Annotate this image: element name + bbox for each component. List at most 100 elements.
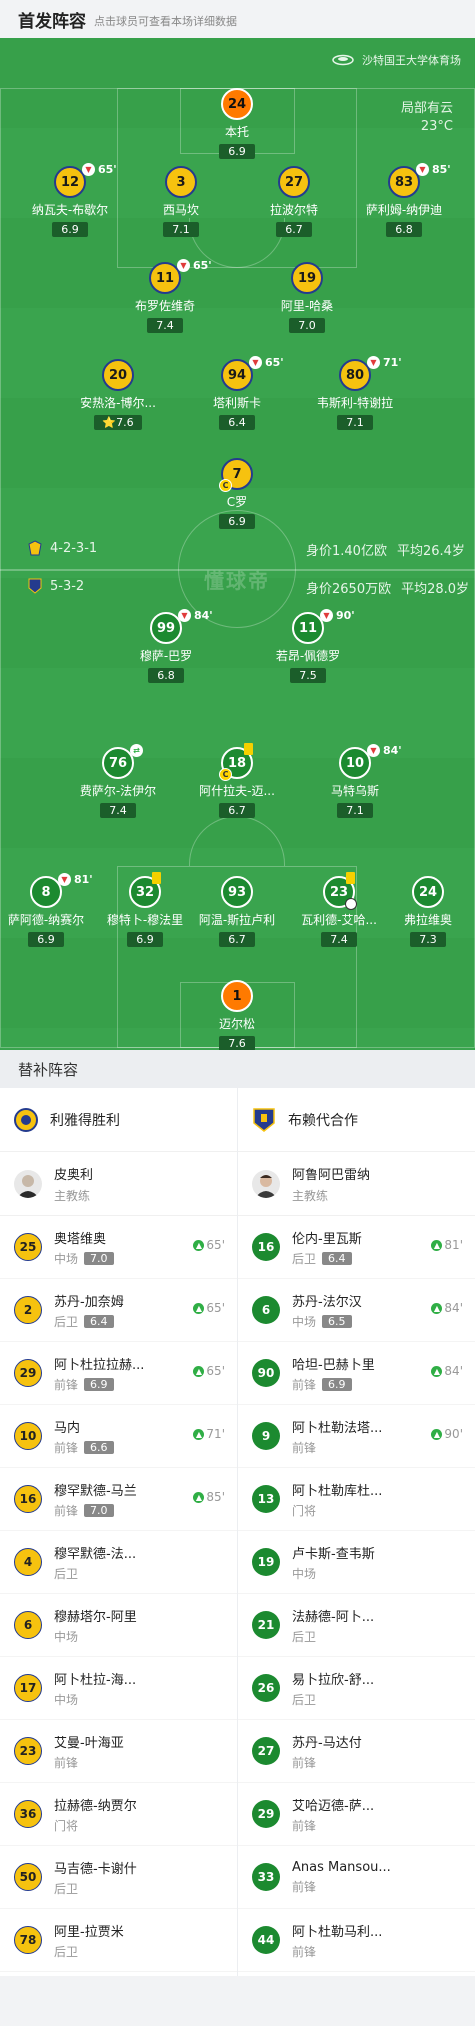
- home-coach[interactable]: 皮奥利 主教练: [0, 1152, 237, 1216]
- home-player-10[interactable]: 7 C C罗 6.9: [177, 458, 297, 529]
- sub-row[interactable]: 29 阿卜杜拉拉赫... 前锋 6.9 ▲ 65': [0, 1342, 237, 1405]
- sub-row[interactable]: 23 艾曼-叶海亚 前锋: [0, 1720, 237, 1783]
- home-player-5[interactable]: 11 ▼ 65' 布罗佐维奇 7.4: [105, 259, 225, 333]
- away-player-3[interactable]: 18 C 阿什拉夫-迈... 6.7: [177, 743, 297, 818]
- player-rating: 7.1: [337, 415, 373, 430]
- player-name: 塔利斯卡: [212, 396, 261, 410]
- jersey-number: 93: [221, 876, 253, 908]
- away-coach[interactable]: 阿鲁阿巴雷纳 主教练: [238, 1152, 475, 1216]
- sub-row[interactable]: 6 苏丹-法尔汉 中场 6.5 ▲ 84': [238, 1279, 475, 1342]
- sub-row[interactable]: 4 穆罕默德-法... 后卫: [0, 1531, 237, 1594]
- sub-position: 前锋: [292, 1755, 317, 1770]
- sub-position: 中场: [292, 1566, 317, 1581]
- sub-row[interactable]: 17 阿卜杜拉-海... 中场: [0, 1657, 237, 1720]
- home-subs-header[interactable]: 利雅得胜利: [0, 1088, 237, 1152]
- sub-time: 71': [383, 356, 402, 369]
- sub-row[interactable]: 16 伦内-里瓦斯 后卫 6.4 ▲ 81': [238, 1216, 475, 1279]
- sub-in-time: ▲ 81': [431, 1238, 463, 1252]
- away-player-0[interactable]: 99 ▼ 84' 穆萨-巴罗 6.8: [106, 609, 226, 683]
- home-player-2[interactable]: 3 西马坎 7.1: [121, 166, 241, 237]
- away-subs-header[interactable]: 布赖代合作: [238, 1088, 475, 1152]
- player-rating: 7.4: [100, 803, 136, 818]
- sub-position: 中场: [54, 1692, 79, 1707]
- sub-in-arrow-icon: ▲: [431, 1428, 443, 1440]
- sub-row[interactable]: 90 哈坦-巴赫卜里 前锋 6.9 ▲ 84': [238, 1342, 475, 1405]
- player-rating: 7.3: [410, 932, 446, 947]
- player-name: 迈尔松: [218, 1017, 255, 1031]
- home-team-icon: [28, 540, 42, 556]
- sub-in-time: ▲ 65': [193, 1238, 225, 1252]
- sub-row[interactable]: 50 马吉德-卡谢什 后卫: [0, 1846, 237, 1909]
- sub-row[interactable]: 25 奥塔维奥 中场 7.0 ▲ 65': [0, 1216, 237, 1279]
- player-name: 布罗佐维奇: [134, 299, 195, 313]
- sub-number: 19: [252, 1548, 280, 1576]
- sub-number: 78: [14, 1926, 42, 1954]
- home-player-6[interactable]: 19 阿里-哈桑 7.0: [247, 262, 367, 333]
- away-player-4[interactable]: 10 ▼ 84' 马特乌斯 7.1: [295, 744, 415, 818]
- sub-name: 穆罕默德-法...: [54, 1546, 137, 1562]
- player-rating: 7.0: [289, 318, 325, 333]
- sub-in-arrow-icon: ▲: [193, 1491, 205, 1503]
- sub-row[interactable]: 2 苏丹-加奈姆 后卫 6.4 ▲ 65': [0, 1279, 237, 1342]
- player-name: 穆萨-巴罗: [139, 649, 193, 663]
- home-player-1[interactable]: 12 ▼ 65' 纳瓦夫-布歇尔 6.9: [10, 163, 130, 237]
- sub-name: 苏丹-加奈姆: [54, 1294, 124, 1310]
- home-player-8[interactable]: 94 ▼ 65' 塔利斯卡 6.4: [177, 356, 297, 430]
- sub-number: 16: [14, 1485, 42, 1513]
- home-coach-name: 皮奥利: [54, 1167, 94, 1183]
- sub-row[interactable]: 44 阿卜杜勒马利... 前锋: [238, 1909, 475, 1972]
- player-rating: 6.9: [219, 514, 255, 529]
- player-rating: ⭐7.6: [94, 415, 142, 430]
- home-player-9[interactable]: 80 ▼ 71' 韦斯利-特谢拉 7.1: [295, 356, 415, 430]
- sub-name: 马内: [54, 1420, 81, 1436]
- home-player-0[interactable]: 24 本托 6.9: [177, 88, 297, 159]
- page-header: 首发阵容 点击球员可查看本场详细数据: [0, 0, 475, 38]
- home-player-3[interactable]: 27 拉波尔特 6.7: [234, 166, 354, 237]
- sub-row[interactable]: 33 Anas Mansou... 前锋: [238, 1846, 475, 1909]
- sub-row[interactable]: 10 马内 前锋 6.6 ▲ 71': [0, 1405, 237, 1468]
- sub-rating: 6.5: [322, 1314, 352, 1328]
- home-player-4[interactable]: 83 ▼ 85' 萨利姆-纳伊迪 6.8: [344, 163, 464, 237]
- venue-name: 沙特国王大学体育场: [362, 54, 461, 67]
- sub-number: 27: [252, 1737, 280, 1765]
- sub-row[interactable]: 29 艾哈迈德-萨... 前锋: [238, 1783, 475, 1846]
- away-value: 身价2650万欧: [306, 582, 392, 597]
- sub-number: 17: [14, 1674, 42, 1702]
- sub-number: 33: [252, 1863, 280, 1891]
- away-player-2[interactable]: 76 ⇄ 费萨尔-法伊尔 7.4: [58, 744, 178, 818]
- player-name: 本托: [224, 125, 249, 139]
- sub-in-time: ▲ 90': [431, 1427, 463, 1441]
- sub-position: 后卫: [54, 1944, 79, 1959]
- sub-row[interactable]: 9 阿卜杜勒法塔... 前锋 ▲ 90': [238, 1405, 475, 1468]
- away-team-info: 5-3-2: [28, 578, 84, 594]
- home-value: 身价1.40亿欧: [306, 544, 387, 559]
- weather: 局部有云 23°C: [401, 100, 453, 136]
- sub-name: 易卜拉欣-舒...: [292, 1672, 375, 1688]
- sub-row[interactable]: 26 易卜拉欣-舒... 后卫: [238, 1657, 475, 1720]
- sub-row[interactable]: 36 拉赫德-纳贾尔 门将: [0, 1783, 237, 1846]
- sub-position: 后卫: [54, 1314, 79, 1329]
- sub-row[interactable]: 21 法赫德-阿卜... 后卫: [238, 1594, 475, 1657]
- sub-row[interactable]: 16 穆罕默德-马兰 前锋 7.0 ▲ 85': [0, 1468, 237, 1531]
- sub-row[interactable]: 27 苏丹-马达付 前锋: [238, 1720, 475, 1783]
- home-coach-avatar: [14, 1169, 42, 1198]
- sub-position: 后卫: [292, 1629, 317, 1644]
- home-team-name: 利雅得胜利: [50, 1112, 120, 1129]
- home-player-7[interactable]: 20 安热洛-博尔... ⭐7.6: [58, 359, 178, 430]
- sub-time: 84': [194, 609, 213, 622]
- sub-row[interactable]: 13 阿卜杜勒库杜... 门将: [238, 1468, 475, 1531]
- away-player-10[interactable]: 1 迈尔松 7.6: [177, 980, 297, 1050]
- away-player-1[interactable]: 11 ▼ 90' 若昂-佩德罗 7.5: [248, 609, 368, 683]
- sub-position: 中场: [54, 1251, 79, 1266]
- player-rating: 6.9: [127, 932, 163, 947]
- sub-number: 90: [252, 1359, 280, 1387]
- sub-in-arrow-icon: ▲: [193, 1428, 205, 1440]
- away-player-9[interactable]: 24 弗拉维奥 7.3: [368, 876, 475, 947]
- home-team-stats: 身价1.40亿欧 平均26.4岁: [306, 540, 465, 559]
- yellow-card-icon: [346, 872, 355, 884]
- sub-row[interactable]: 78 阿里-拉贾米 后卫: [0, 1909, 237, 1972]
- sub-row[interactable]: 19 卢卡斯-查韦斯 中场: [238, 1531, 475, 1594]
- home-team-logo-icon: [14, 1107, 38, 1132]
- jersey-number: 11 ▼ 90': [292, 609, 355, 644]
- sub-row[interactable]: 6 穆赫塔尔-阿里 中场: [0, 1594, 237, 1657]
